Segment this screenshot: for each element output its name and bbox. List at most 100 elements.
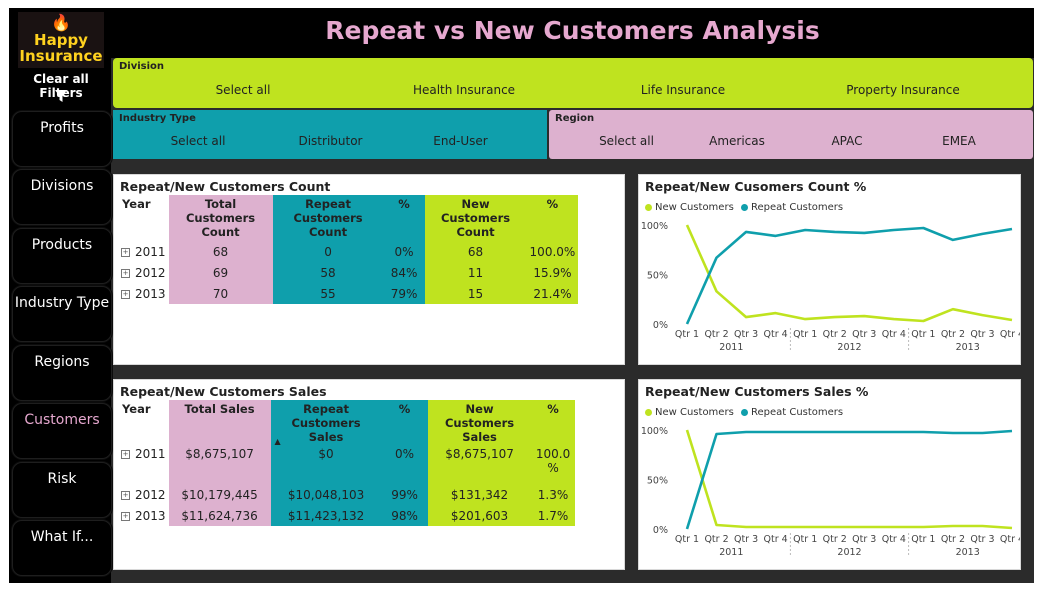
x-tick-label: Qtr 3 — [734, 534, 758, 545]
expand-icon[interactable]: + — [121, 511, 130, 521]
nav-products[interactable]: Products — [12, 228, 112, 284]
col-header-new-count[interactable]: New Customers Count — [424, 195, 527, 241]
year-cell[interactable]: +2011 — [118, 446, 169, 484]
col-header-repeat-pct[interactable]: % — [381, 400, 428, 446]
table-row: +2011 $8,675,107 $0 0% $8,675,107 100.0 … — [118, 446, 575, 484]
table-row: +2013 $11,624,736 $11,423,132 98% $201,6… — [118, 505, 575, 526]
x-tick-label: Qtr 4 — [882, 329, 906, 340]
col-header-year[interactable]: Year — [118, 195, 169, 241]
count-table-card: Repeat/New Customers Count Year Total Cu… — [113, 174, 625, 365]
region-option-apac[interactable]: APAC — [817, 134, 877, 148]
division-option-select-all[interactable]: Select all — [193, 83, 293, 97]
cell: 100.0 % — [531, 446, 575, 484]
division-option-life[interactable]: Life Insurance — [623, 83, 743, 97]
col-header-new-sales[interactable]: New Customers Sales — [427, 400, 532, 446]
x-group-label: 2012 — [837, 342, 861, 353]
cell: 100.0% — [526, 241, 579, 262]
cell: 99% — [381, 484, 428, 505]
nav-profits[interactable]: Profits — [12, 111, 112, 167]
count-table-title: Repeat/New Customers Count — [120, 179, 331, 194]
cell: 55 — [272, 283, 384, 304]
region-option-select-all[interactable]: Select all — [584, 134, 669, 148]
nav-label: Customers — [24, 412, 100, 428]
region-option-americas[interactable]: Americas — [697, 134, 777, 148]
x-tick-label: Qtr 1 — [675, 534, 699, 545]
x-tick-label: Qtr 2 — [704, 534, 728, 545]
division-option-health[interactable]: Health Insurance — [399, 83, 529, 97]
cell: 68 — [424, 241, 527, 262]
division-option-property[interactable]: Property Insurance — [833, 83, 973, 97]
expand-icon[interactable]: + — [121, 490, 130, 500]
year-value: 2011 — [135, 447, 166, 461]
funnel-icon[interactable] — [54, 88, 68, 104]
col-header-total-sales[interactable]: Total Sales — [168, 400, 271, 446]
year-cell[interactable]: +2012 — [118, 484, 169, 505]
industry-option-select-all[interactable]: Select all — [153, 134, 243, 148]
col-header-new-pct[interactable]: % — [526, 195, 579, 241]
nav-what-if[interactable]: What If... — [12, 520, 112, 576]
happy-insurance-logo: 🔥 Happy Insurance — [18, 12, 104, 68]
x-tick-label: Qtr 4 — [764, 534, 788, 545]
y-tick-label: 0% — [653, 525, 668, 536]
x-tick-label: Qtr 3 — [970, 329, 994, 340]
sales-pct-line-chart[interactable]: 100% 50% 0% Qtr 1 Qtr 2 Qtr 3 Qtr 4 Qtr 1 Qtr 2 Q… — [639, 380, 1020, 569]
cell: $8,675,107 — [168, 446, 271, 484]
cell: 21.4% — [526, 283, 579, 304]
cell: $8,675,107 — [427, 446, 532, 484]
year-value: 2012 — [135, 265, 166, 280]
nav-regions[interactable]: Regions — [12, 345, 112, 401]
cell: 15 — [424, 283, 527, 304]
col-header-repeat-pct[interactable]: % — [383, 195, 425, 241]
x-tick-label: Qtr 3 — [734, 329, 758, 340]
region-option-emea[interactable]: EMEA — [929, 134, 989, 148]
x-tick-label: Qtr 1 — [793, 329, 817, 340]
cell: 1.7% — [531, 505, 575, 526]
x-tick-label: Qtr 1 — [793, 534, 817, 545]
industry-type-slicer: Industry Type Select all Distributor End… — [113, 110, 547, 159]
table-row: +2011 68 0 0% 68 100.0% — [118, 241, 579, 262]
year-cell[interactable]: +2011 — [118, 241, 169, 262]
x-group-label: 2013 — [956, 547, 980, 558]
x-tick-label: Qtr 2 — [823, 329, 847, 340]
year-cell[interactable]: +2013 — [118, 505, 169, 526]
year-cell[interactable]: +2012 — [118, 262, 169, 283]
expand-icon[interactable]: + — [121, 247, 130, 257]
expand-icon[interactable]: + — [121, 450, 130, 459]
region-slicer: Region Select all Americas APAC EMEA — [549, 110, 1033, 159]
sales-table: Year Total Sales Repeat Customers Sales ▲… — [118, 400, 575, 526]
y-tick-label: 100% — [641, 426, 668, 437]
nav-industry-type[interactable]: Industry Type — [12, 286, 112, 342]
year-value: 2013 — [135, 508, 166, 523]
expand-icon[interactable]: + — [121, 289, 130, 299]
flame-icon: 🔥 — [51, 13, 71, 32]
slicer-label: Region — [555, 113, 595, 124]
table-row: +2012 69 58 84% 11 15.9% — [118, 262, 579, 283]
year-cell[interactable]: +2013 — [118, 283, 169, 304]
col-header-repeat-sales[interactable]: Repeat Customers Sales ▲ — [270, 400, 382, 446]
nav-customers[interactable]: Customers — [12, 403, 112, 459]
nav-risk[interactable]: Risk — [12, 462, 112, 518]
industry-option-end-user[interactable]: End-User — [418, 134, 503, 148]
x-tick-label: Qtr 3 — [970, 534, 994, 545]
cell: 0% — [383, 241, 425, 262]
sort-asc-icon[interactable]: ▲ — [275, 437, 281, 446]
x-tick-label: Qtr 2 — [941, 329, 965, 340]
cell: $131,342 — [427, 484, 532, 505]
col-header-total-count[interactable]: Total Customers Count — [168, 195, 273, 241]
nav-label: What If... — [30, 529, 94, 545]
cell: $0 — [270, 446, 382, 484]
nav-divisions[interactable]: Divisions — [12, 169, 112, 225]
cell: $11,624,736 — [168, 505, 271, 526]
cell: 58 — [272, 262, 384, 283]
count-pct-line-chart[interactable]: 100% 50% 0% Qtr 1 Qtr 2 Qtr 3 Qtr 4 Qtr 1 Qtr 2 Q… — [639, 175, 1020, 364]
col-header-new-pct[interactable]: % — [531, 400, 575, 446]
y-tick-label: 0% — [653, 320, 668, 331]
industry-option-distributor[interactable]: Distributor — [283, 134, 378, 148]
page-title: Repeat vs New Customers Analysis — [325, 16, 820, 45]
series-line — [685, 429, 1013, 530]
nav-label: Regions — [34, 354, 90, 370]
col-header-repeat-count[interactable]: Repeat Customers Count — [272, 195, 384, 241]
cell: 1.3% — [531, 484, 575, 505]
expand-icon[interactable]: + — [121, 268, 130, 278]
col-header-year[interactable]: Year — [118, 400, 169, 446]
